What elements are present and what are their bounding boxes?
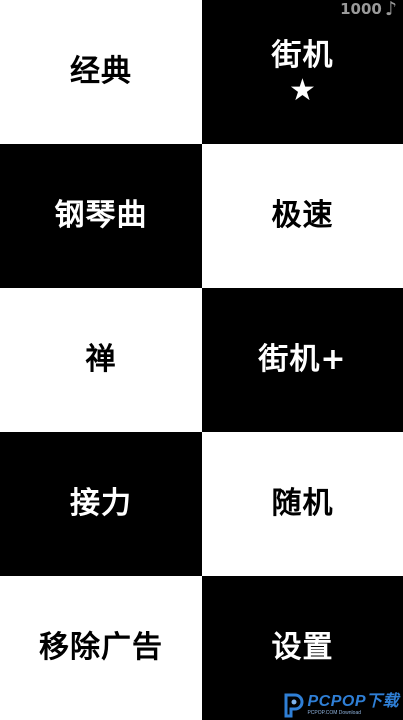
- mode-tile-label: 极速: [271, 198, 334, 233]
- mode-tile-zen[interactable]: 禅: [0, 288, 202, 432]
- mode-tile-label: 街机: [271, 38, 334, 73]
- mode-tile-label: 经典: [70, 54, 132, 89]
- watermark-main: PCPOP下载: [307, 693, 399, 710]
- mode-tile-label: 设置: [271, 630, 334, 665]
- mode-tile-label: 禅: [85, 342, 117, 377]
- mode-tile-rush[interactable]: 极速: [202, 144, 403, 288]
- mode-tile-arcade-plus[interactable]: 街机+: [202, 288, 403, 432]
- watermark: PCPOP下载 PCPOP.COM Download: [282, 692, 399, 718]
- mode-tile-relay[interactable]: 接力: [0, 432, 202, 576]
- score-display: 1000 ♪: [340, 0, 397, 18]
- mode-tile-classic[interactable]: 经典: [0, 0, 202, 144]
- mode-tile-label: 钢琴曲: [54, 198, 148, 233]
- pcpop-logo-icon: [284, 693, 304, 718]
- mode-tile-label: 随机: [271, 486, 334, 521]
- music-note-icon: ♪: [384, 0, 397, 20]
- watermark-text: PCPOP下载 PCPOP.COM Download: [307, 694, 399, 716]
- mode-tile-label: 街机+: [258, 342, 347, 377]
- mode-tile-label: 接力: [70, 486, 132, 521]
- score-value: 1000: [340, 0, 382, 18]
- mode-menu-grid: 经典 街机 ★ 钢琴曲 极速 禅 街机+ 接力 随机 移除广告 设置 1000 …: [0, 0, 403, 720]
- remove-ads-tile[interactable]: 移除广告: [0, 576, 202, 720]
- mode-tile-label: 移除广告: [39, 630, 163, 665]
- mode-tile-random[interactable]: 随机: [202, 432, 403, 576]
- mode-tile-arcade[interactable]: 街机 ★: [202, 0, 403, 144]
- star-icon: ★: [289, 73, 316, 108]
- mode-tile-piano-songs[interactable]: 钢琴曲: [0, 144, 202, 288]
- watermark-sub: PCPOP.COM Download: [307, 710, 362, 716]
